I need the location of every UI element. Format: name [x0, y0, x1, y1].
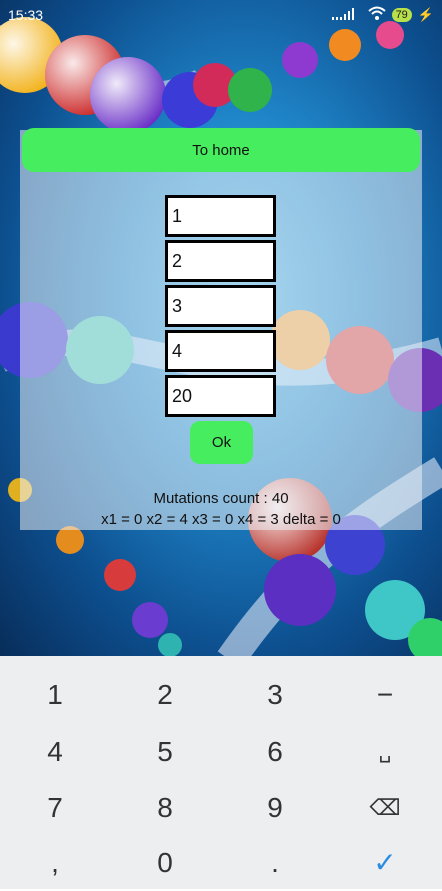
status-time: 15:33 [8, 7, 44, 23]
key-minus[interactable]: − [330, 666, 440, 723]
numeric-keyboard: 1 2 3 − 4 5 6 ␣ 7 8 9 ⌫ , 0 . ✓ [0, 656, 442, 889]
key-3[interactable]: 3 [220, 666, 330, 723]
status-bar: 15:33 79 ⚡ [0, 0, 442, 32]
key-6[interactable]: 6 [220, 723, 330, 780]
status-icons: 79 ⚡ [331, 6, 434, 23]
charging-icon: ⚡ [417, 6, 434, 22]
input-field-1[interactable]: 1 [165, 195, 276, 237]
input-field-2[interactable]: 2 [165, 240, 276, 282]
input-field-3[interactable]: 3 [165, 285, 276, 327]
wifi-icon [367, 6, 386, 23]
input-field-4[interactable]: 4 [165, 330, 276, 372]
mutations-count-text: Mutations count : 40 [153, 490, 289, 507]
solution-text: x1 = 0 x2 = 4 x3 = 0 x4 = 3 delta = 0 [101, 511, 341, 528]
to-home-button[interactable]: To home [22, 128, 420, 172]
input-field-5[interactable]: 20 [165, 375, 276, 417]
key-space[interactable]: ␣ [330, 723, 440, 780]
key-1[interactable]: 1 [0, 666, 110, 723]
key-9[interactable]: 9 [220, 779, 330, 836]
ok-button[interactable]: Ok [190, 421, 253, 464]
key-4[interactable]: 4 [0, 723, 110, 780]
battery-icon: 79 [391, 7, 412, 22]
key-period[interactable]: . [220, 834, 330, 891]
key-5[interactable]: 5 [110, 723, 220, 780]
key-comma[interactable]: , [0, 834, 110, 891]
backspace-key[interactable]: ⌫ [330, 779, 440, 836]
key-7[interactable]: 7 [0, 779, 110, 836]
key-2[interactable]: 2 [110, 666, 220, 723]
key-8[interactable]: 8 [110, 779, 220, 836]
signal-icon [331, 7, 362, 23]
done-key[interactable]: ✓ [330, 834, 440, 891]
key-0[interactable]: 0 [110, 834, 220, 891]
